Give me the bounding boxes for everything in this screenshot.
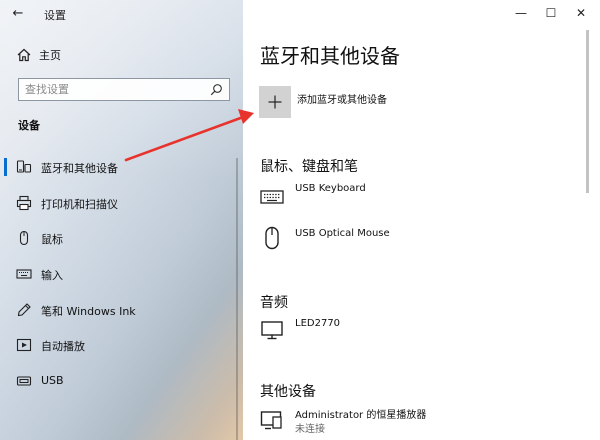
keyboard-icon	[16, 269, 32, 279]
sidebar-item-usb[interactable]: USB	[0, 368, 243, 394]
title-bar-left: ← 设置	[0, 0, 243, 28]
sidebar-item-label: 鼠标	[41, 233, 63, 246]
sidebar-item-printers[interactable]: 打印机和扫描仪	[0, 190, 243, 216]
sidebar-item-typing[interactable]: 输入	[0, 261, 243, 287]
device-led2770[interactable]: LED2770	[260, 318, 580, 354]
sidebar-item-autoplay[interactable]: 自动播放	[0, 332, 243, 358]
sidebar-item-label: 主页	[39, 49, 61, 62]
main-scrollbar[interactable]	[586, 30, 589, 193]
sidebar-scrollbar[interactable]	[236, 158, 238, 440]
sidebar-item-label: 自动播放	[41, 340, 85, 353]
home-icon	[17, 48, 31, 62]
watermark-url: luyouqi.com	[512, 409, 591, 422]
monitor-icon	[261, 321, 283, 340]
close-button[interactable]: ✕	[566, 2, 596, 24]
add-device-tile[interactable]	[259, 86, 291, 118]
mouse-icon	[19, 230, 29, 246]
sidebar-item-label: 打印机和扫描仪	[41, 198, 118, 211]
section-title-audio: 音频	[260, 295, 288, 311]
sidebar-item-pen[interactable]: 笔和 Windows Ink	[0, 297, 243, 323]
search-input[interactable]	[25, 81, 205, 98]
device-name: Administrator 的恒星播放器	[295, 410, 427, 421]
router-logo-icon	[458, 380, 504, 426]
add-device-label: 添加蓝牙或其他设备	[297, 95, 387, 106]
selection-indicator	[4, 158, 7, 176]
device-name: LED2770	[295, 318, 341, 329]
keyboard-icon	[260, 190, 284, 204]
section-title: 设备	[18, 119, 40, 132]
plus-icon	[268, 95, 282, 109]
sidebar-item-home[interactable]: 主页	[0, 44, 243, 66]
autoplay-icon	[16, 338, 32, 352]
window-title: 设置	[44, 9, 66, 22]
search-box	[18, 78, 230, 101]
device-name: USB Optical Mouse	[295, 228, 390, 239]
sidebar-item-label: 笔和 Windows Ink	[41, 305, 136, 318]
add-device-button[interactable]: 添加蓝牙或其他设备	[259, 86, 559, 122]
sidebar: ← 设置 主页 设备 蓝牙和其他设备 打印机和扫描仪	[0, 0, 243, 440]
media-device-icon	[260, 411, 282, 430]
bluetooth-devices-icon	[16, 160, 32, 173]
sidebar-item-label: 蓝牙和其他设备	[41, 162, 118, 175]
device-name: USB Keyboard	[295, 183, 366, 194]
mouse-icon	[265, 226, 279, 250]
sidebar-item-label: USB	[41, 374, 64, 387]
pen-icon	[17, 303, 31, 317]
section-title-other-devices: 其他设备	[260, 384, 316, 400]
sidebar-item-label: 输入	[41, 269, 63, 282]
sidebar-item-bluetooth[interactable]: 蓝牙和其他设备	[0, 154, 243, 180]
minimize-button[interactable]: —	[506, 2, 536, 24]
usb-icon	[16, 376, 32, 386]
device-usb-keyboard[interactable]: USB Keyboard	[260, 183, 580, 219]
device-usb-mouse[interactable]: USB Optical Mouse	[260, 226, 580, 264]
section-title-input-devices: 鼠标、键盘和笔	[260, 159, 358, 175]
maximize-button[interactable]: ☐	[536, 2, 566, 24]
back-button[interactable]: ←	[6, 3, 30, 25]
printer-icon	[16, 195, 32, 211]
search-icon[interactable]	[210, 83, 223, 96]
device-status: 未连接	[295, 424, 325, 435]
watermark: 路由器 luyouqi.com	[458, 374, 596, 436]
page-title: 蓝牙和其他设备	[260, 44, 400, 68]
sidebar-item-mouse[interactable]: 鼠标	[0, 225, 243, 251]
